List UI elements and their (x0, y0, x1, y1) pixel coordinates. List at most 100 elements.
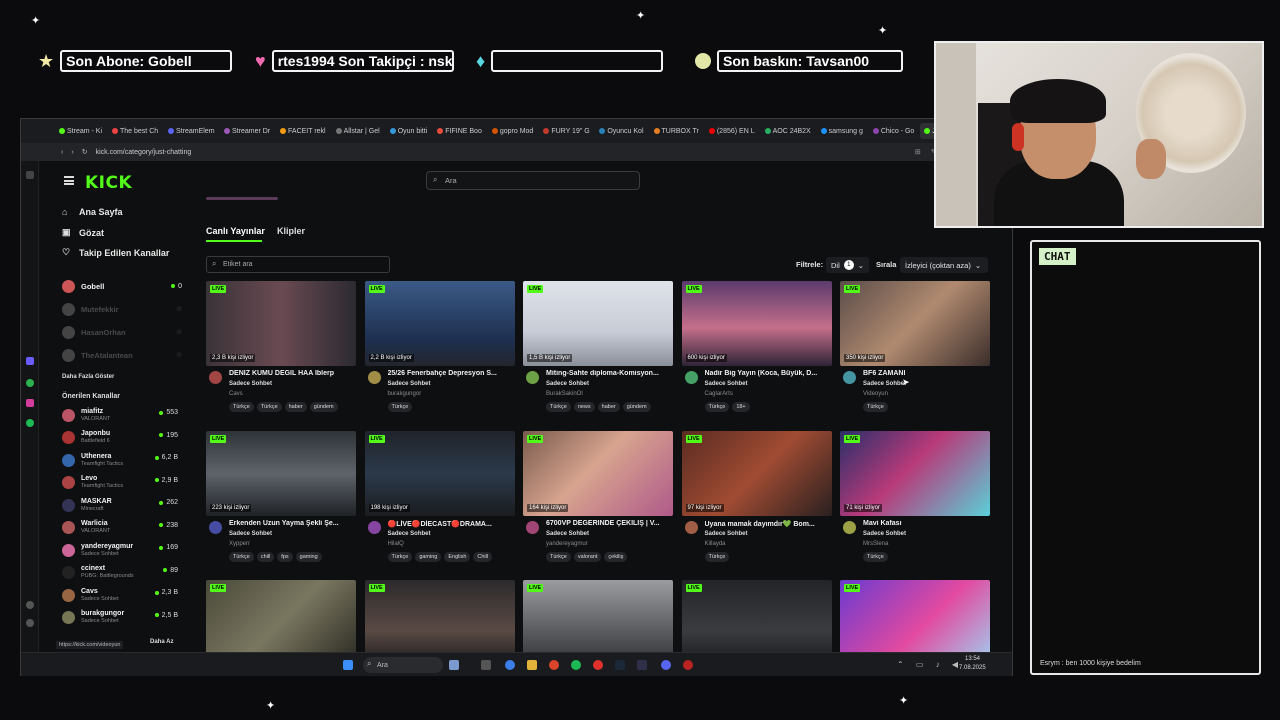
stream-card[interactable]: LIVE 164 kişi izliyor 6700VP DEĞERİNDE ÇEK… (523, 430, 673, 571)
browser-tab[interactable]: Oyuncu Kol (595, 123, 647, 139)
kick-logo[interactable]: KICK (85, 173, 132, 193)
system-tray-icons[interactable]: ⌃ ▭ ♪ ◀ (897, 660, 963, 669)
recommended-channel[interactable]: Levo Teamfight Tactics 2,9 B (62, 473, 178, 493)
recommended-channel[interactable]: Cavs Sadece Sohbet 2,3 B (62, 585, 178, 605)
browser-tab[interactable]: Oyun bitti (386, 123, 432, 139)
app-icon[interactable] (683, 660, 693, 670)
streamer-name[interactable]: Killayda (705, 541, 726, 547)
stream-title[interactable]: DENİZ KUMU DEĞİL HAA İblerp (229, 370, 355, 377)
streamer-name[interactable]: yandereyagmur (546, 541, 588, 547)
recommended-channel[interactable]: ccinext PUBG: Battlegrounds 89 (62, 563, 178, 583)
stream-tag[interactable]: gündem (309, 402, 338, 412)
browser-tab[interactable]: The best Ch (108, 123, 162, 139)
stream-card[interactable]: LIVE (206, 580, 356, 652)
stream-tag[interactable]: Chill (473, 551, 493, 562)
recommended-channel[interactable]: miafitz VALORANT 553 (62, 405, 178, 425)
stream-category[interactable]: Sadece Sohbet (863, 531, 906, 537)
stream-title[interactable]: Uyana mamak dayımdır💚 Bom... (705, 520, 831, 528)
stream-title[interactable]: Nadir Big Yayın (Koca, Büyük, D... (705, 370, 831, 377)
stream-category[interactable]: Sadece Sohbet (229, 531, 272, 537)
tag-search-input[interactable]: ⌕ Etiket ara (206, 256, 390, 273)
stream-card[interactable]: LIVE 198 kişi izliyor 🔴LİVE🔴DİECAST🔴DRAMA.… (364, 430, 515, 571)
stream-thumbnail[interactable]: LIVE (681, 580, 832, 652)
streamer-avatar[interactable] (843, 371, 856, 384)
stream-title[interactable]: Erkenden Uzun Yayma Şekli Şe... (229, 520, 355, 527)
menu-icon[interactable] (64, 176, 74, 185)
browser-tab[interactable]: FIFINE Boo (433, 123, 486, 139)
stream-tag[interactable]: Türkçe (546, 402, 571, 412)
show-more-link[interactable]: Daha Fazla Göster (62, 374, 114, 380)
reload-icon[interactable]: ↻ (82, 148, 88, 156)
history-rail-icon[interactable] (26, 619, 34, 627)
stream-title[interactable]: Mavi Kafası (863, 520, 989, 527)
stream-card[interactable]: LIVE 97 kişi izliyor Uyana mamak dayımdır💚… (681, 430, 832, 571)
stream-tag[interactable]: haber (284, 402, 307, 412)
nav-item-2[interactable]: ♡ Takip Edilen Kanallar (62, 247, 169, 258)
browser-tab[interactable]: Allstar | Gel (332, 123, 384, 139)
stream-title[interactable]: 6700VP DEĞERİNDE ÇEKİLİŞ | V... (546, 520, 672, 527)
streamer-avatar[interactable] (843, 520, 856, 534)
stream-title[interactable]: BF6 ZAMANI (863, 370, 989, 377)
stream-thumbnail[interactable]: LIVE (840, 580, 990, 652)
stream-thumbnail[interactable]: LIVE 164 kişi izliyor (523, 430, 673, 516)
tab-live[interactable]: Canlı Yayınlar (206, 226, 265, 236)
stream-thumbnail[interactable]: LIVE 223 kişi izliyor (206, 430, 356, 516)
stream-thumbnail[interactable]: LIVE 350 kişi izliyor (840, 281, 990, 366)
stream-category[interactable]: Sadece Sohbet (546, 531, 589, 537)
browser-tab[interactable]: gopro Mod (488, 123, 537, 139)
stream-thumbnail[interactable]: LIVE 2,2 B kişi izliyor (364, 281, 515, 366)
stream-title[interactable]: Miting-Sahte diploma-Komisyon... (546, 370, 672, 377)
stream-tag[interactable]: Türkçe (387, 402, 413, 412)
recommended-channel[interactable]: Uthenera Teamfight Tactics 6,2 B (62, 450, 178, 470)
stream-title[interactable]: 25/26 Fenerbahçe Depresyon S... (388, 370, 514, 377)
stream-card[interactable]: LIVE 71 kişi izliyor Mavi Kafası Sadece Soh… (840, 430, 990, 571)
streamer-name[interactable]: Xypperr (229, 541, 250, 547)
followed-channel[interactable]: Mutefekkir ⊘ (62, 302, 182, 316)
stream-tag[interactable]: Türkçe (863, 402, 888, 412)
streamer-name[interactable]: burakgungor (388, 391, 422, 397)
browser-tab[interactable]: FACEIT rekl (276, 123, 330, 139)
sort-select[interactable]: İzleyici (çoktan aza) ⌄ (900, 257, 988, 273)
stream-thumbnail[interactable]: LIVE 600 kişi izliyor (681, 281, 832, 366)
opera-taskbar-icon[interactable] (593, 660, 603, 670)
stream-tag[interactable]: Türkçe (229, 402, 254, 412)
nav-item-1[interactable]: ▣ Gözat (62, 227, 104, 238)
streamer-avatar[interactable] (684, 520, 698, 534)
stream-card[interactable]: LIVE 2,3 B kişi izliyor DENİZ KUMU DEĞİL H… (206, 281, 356, 421)
stream-card[interactable]: LIVE (681, 580, 832, 652)
stream-card[interactable]: LIVE (364, 580, 515, 652)
stream-title[interactable]: 🔴LİVE🔴DİECAST🔴DRAMA... (388, 520, 514, 528)
bookmark-rail-icon[interactable] (26, 171, 34, 179)
forward-icon[interactable]: › (71, 149, 73, 156)
stream-category[interactable]: Sadece Sohbet (705, 381, 748, 387)
widgets-icon[interactable] (449, 660, 459, 670)
streamer-name[interactable]: CaglarArts (705, 391, 733, 397)
stream-thumbnail[interactable]: LIVE (206, 580, 356, 652)
stream-tag[interactable]: haber (597, 402, 620, 412)
browser-tab[interactable]: Chico - Go (869, 123, 918, 139)
stream-card[interactable]: LIVE (840, 580, 990, 652)
streamer-avatar[interactable] (209, 520, 222, 534)
stream-tag[interactable]: English (444, 551, 471, 562)
spotify-icon[interactable] (571, 660, 581, 670)
show-less-link[interactable]: Daha Az (150, 639, 173, 645)
recommended-channel[interactable]: yandereyagmur Sadece Sohbet 169 (62, 540, 178, 560)
stream-thumbnail[interactable]: LIVE 97 kişi izliyor (681, 430, 832, 516)
steam-icon[interactable] (615, 660, 625, 670)
stream-category[interactable]: Sadece Sohbet (863, 381, 906, 387)
stream-tag[interactable]: Türkçe (229, 551, 254, 562)
stream-thumbnail[interactable]: LIVE 198 kişi izliyor (364, 430, 515, 516)
taskbar-search[interactable]: ⌕ Ara (363, 657, 443, 673)
followed-channel[interactable]: TheAtalantean ⊘ (62, 348, 182, 362)
recommended-channel[interactable]: Warlicia VALORANT 238 (62, 518, 178, 538)
browser-tab[interactable]: samsung g (817, 123, 867, 139)
stream-tag[interactable]: valorant (573, 551, 602, 562)
browser-tab[interactable]: StreamElem (164, 123, 218, 139)
search-input[interactable]: ⌕ Ara (426, 171, 640, 190)
stream-category[interactable]: Sadece Sohbet (546, 381, 589, 387)
stream-tag[interactable]: çekiliş (604, 551, 628, 562)
stream-tag[interactable]: Türkçe (546, 551, 571, 562)
edge-icon[interactable] (505, 660, 515, 670)
stream-thumbnail[interactable]: LIVE 71 kişi izliyor (840, 430, 990, 516)
stream-tag[interactable]: Türkçe (256, 402, 282, 412)
